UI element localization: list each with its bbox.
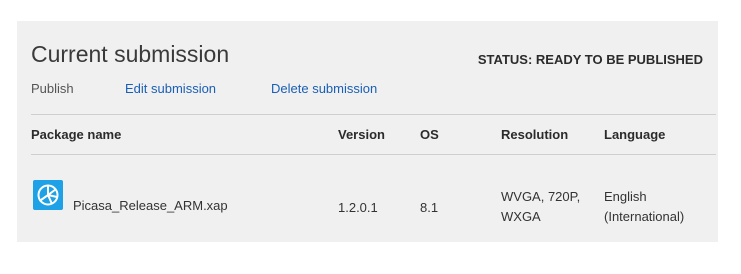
edit-submission-link[interactable]: Edit submission [125,81,216,96]
language-line-1: English [604,189,647,204]
status-badge: STATUS: READY TO BE PUBLISHED [477,52,703,67]
resolution-cell: WVGA, 720P, WXGA [501,187,580,227]
column-header-os: OS [420,127,439,142]
publish-action: Publish [31,81,74,96]
page-title: Current submission [31,41,230,67]
language-line-2: (International) [604,209,685,224]
delete-submission-link[interactable]: Delete submission [271,81,377,96]
resolution-line-2: WXGA [501,209,541,224]
table-header-divider [31,154,716,155]
current-submission-panel: Current submission STATUS: READY TO BE P… [17,21,718,242]
column-header-language: Language [604,127,666,142]
column-header-resolution: Resolution [501,127,569,142]
package-name-cell: Picasa_Release_ARM.xap [73,198,228,213]
picasa-app-icon [33,180,63,210]
language-cell: English (International) [604,187,684,227]
os-cell: 8.1 [420,200,439,215]
version-cell: 1.2.0.1 [338,200,378,215]
column-header-version: Version [338,127,385,142]
column-header-package-name: Package name [31,127,122,142]
header-divider [31,114,716,115]
resolution-line-1: WVGA, 720P, [501,189,581,204]
